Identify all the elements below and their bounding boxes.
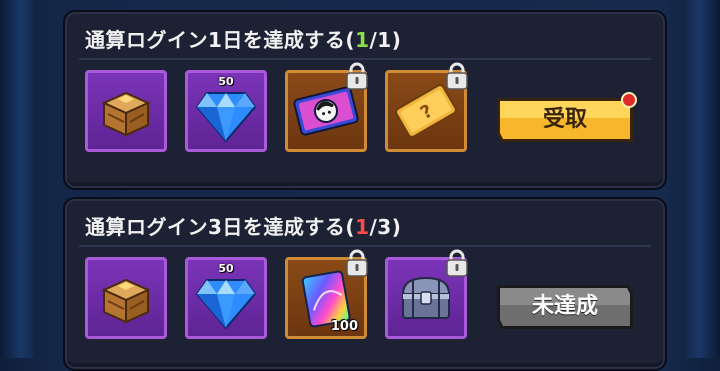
lock-icon bbox=[446, 249, 468, 277]
mission-title-text: 通算ログイン1日を達成する bbox=[85, 28, 346, 52]
notification-dot bbox=[621, 92, 637, 108]
progress-total: 3 bbox=[377, 215, 392, 239]
progress-total: 1 bbox=[377, 28, 392, 52]
reward-slot[interactable] bbox=[85, 70, 167, 152]
reward-slot[interactable] bbox=[285, 62, 368, 152]
reward-slot[interactable]: 100 bbox=[285, 249, 368, 339]
reward-slot[interactable] bbox=[85, 257, 167, 339]
divider bbox=[79, 245, 651, 247]
claim-button-label: 受取 bbox=[542, 107, 587, 132]
mission-card: 通算ログイン1日を達成する(1/1) 50 ? 受取 bbox=[63, 10, 667, 190]
left-border-decoration bbox=[0, 0, 34, 358]
blue-diamond-icon bbox=[195, 278, 257, 330]
claim-button[interactable]: 受取 bbox=[497, 92, 637, 142]
reward-slot[interactable]: 50 bbox=[185, 257, 267, 339]
reward-quantity: 50 bbox=[218, 262, 234, 275]
reward-quantity: 50 bbox=[218, 75, 234, 88]
progress-close: ) bbox=[391, 215, 402, 239]
character-ticket-icon bbox=[293, 86, 359, 136]
reward-slot[interactable]: 50 bbox=[185, 70, 267, 152]
progress-close: ) bbox=[391, 28, 402, 52]
mission-title-text: 通算ログイン3日を達成する bbox=[85, 215, 346, 239]
progress-current: 1 bbox=[355, 215, 370, 239]
progress-open: ( bbox=[345, 28, 356, 52]
blue-diamond-icon bbox=[195, 91, 257, 143]
not-achieved-button[interactable]: 未達成 bbox=[497, 285, 633, 329]
progress-current: 1 bbox=[355, 28, 370, 52]
mystery-ticket-icon: ? bbox=[395, 84, 457, 138]
right-border-decoration bbox=[686, 0, 720, 358]
reward-slot[interactable]: ? bbox=[385, 62, 468, 152]
mission-title: 通算ログイン1日を達成する(1/1) bbox=[85, 24, 401, 53]
mission-card: 通算ログイン3日を達成する(1/3) 50 100 未達成 bbox=[63, 197, 667, 371]
progress-open: ( bbox=[345, 215, 356, 239]
treasure-crate-icon bbox=[101, 278, 151, 324]
divider bbox=[79, 58, 651, 60]
silver-chest-icon bbox=[401, 276, 451, 319]
treasure-crate-icon bbox=[101, 91, 151, 137]
reward-slot[interactable] bbox=[385, 249, 468, 339]
not-achieved-button-label: 未達成 bbox=[531, 294, 598, 319]
mission-title: 通算ログイン3日を達成する(1/3) bbox=[85, 211, 401, 240]
lock-icon bbox=[446, 62, 468, 90]
lock-icon bbox=[346, 62, 368, 90]
lock-icon bbox=[346, 249, 368, 277]
reward-quantity: 100 bbox=[330, 319, 358, 334]
